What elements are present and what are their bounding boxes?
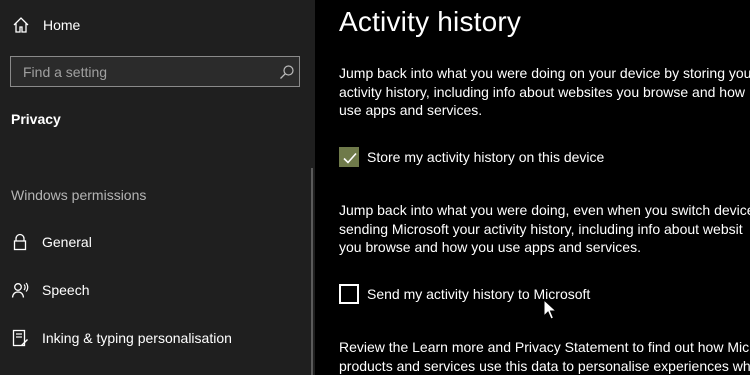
store-history-label[interactable]: Store my activity history on this device [367, 149, 604, 165]
store-history-option[interactable]: Store my activity history on this device [339, 146, 750, 168]
sidebar-item-inking[interactable]: Inking & typing personalisation [0, 317, 300, 357]
description-paragraph-1: Jump back into what you were doing on yo… [339, 64, 750, 120]
mouse-cursor-icon [543, 299, 557, 320]
search-box[interactable] [10, 56, 300, 87]
main-content: Activity history Jump back into what you… [315, 0, 750, 375]
page-title: Activity history [339, 6, 522, 37]
paragraph-line: use apps and services. [339, 102, 483, 118]
paragraph-line: activity history, including info about w… [339, 83, 745, 100]
paragraph-line: you browse and how you use apps and serv… [339, 239, 641, 255]
home-label: Home [43, 17, 81, 33]
home-icon [13, 17, 29, 33]
sidebar-item-label: General [42, 234, 92, 250]
lock-icon [13, 233, 27, 251]
sidebar-item-label: Inking & typing personalisation [42, 330, 232, 346]
sidebar: Home Privacy Windows permissions General [0, 0, 315, 375]
description-paragraph-2: Jump back into what you were doing, even… [339, 201, 750, 257]
sidebar-item-home[interactable]: Home [0, 8, 300, 42]
paragraph-line: Review the Learn more and Privacy Statem… [339, 339, 750, 355]
paragraph-line: Jump back into what you were doing on yo… [339, 65, 750, 81]
paragraph-line: sending Microsoft your activity history,… [339, 220, 743, 237]
paragraph-line: Jump back into what you were doing, even… [339, 202, 750, 218]
sidebar-item-general[interactable]: General [0, 221, 300, 261]
checkmark-icon [343, 152, 357, 164]
search-icon[interactable] [279, 64, 295, 80]
inking-icon [12, 329, 28, 347]
sidebar-item-speech[interactable]: Speech [0, 269, 300, 309]
sidebar-item-label: Speech [42, 282, 90, 298]
send-history-checkbox[interactable] [339, 284, 359, 304]
search-input[interactable] [11, 57, 273, 86]
speech-icon [11, 282, 29, 298]
sidebar-scrollbar[interactable] [311, 168, 313, 375]
description-paragraph-3: Review the Learn more and Privacy Statem… [339, 338, 750, 375]
section-title: Privacy [11, 111, 61, 127]
settings-window: Home Privacy Windows permissions General [0, 0, 750, 375]
paragraph-line: products and services use this data to p… [339, 357, 750, 374]
group-title: Windows permissions [11, 187, 147, 203]
store-history-checkbox[interactable] [339, 147, 359, 167]
